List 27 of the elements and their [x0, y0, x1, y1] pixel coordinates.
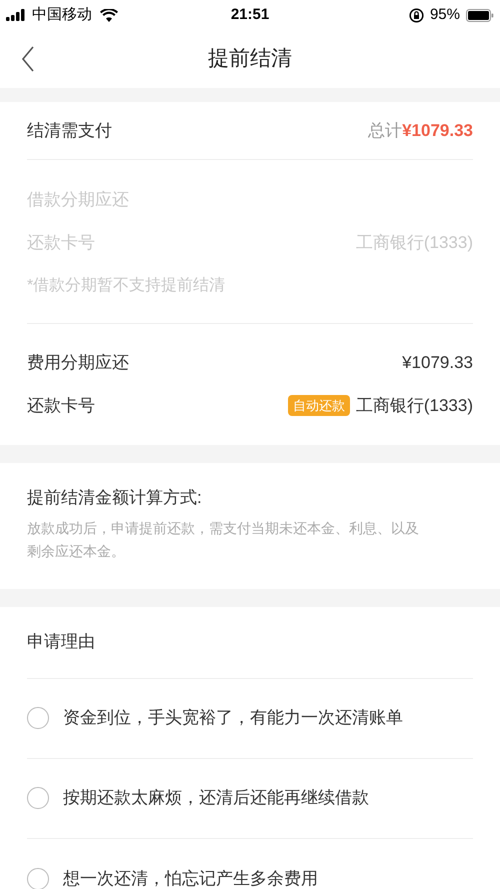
- total-amount: ¥1079.33: [402, 120, 473, 142]
- wifi-icon: [100, 8, 118, 22]
- page-title: 提前结清: [208, 46, 292, 72]
- section-title: 申请理由: [27, 606, 473, 678]
- row-value: ¥1079.33: [402, 352, 473, 374]
- row-label: 费用分期应还: [27, 352, 129, 374]
- description-text: 放款成功后，申请提前还款，需支付当期未还本金、利息、以及剩余应还本金。: [27, 518, 420, 560]
- radio-button[interactable]: [27, 868, 49, 889]
- reason-text: 按期还款太麻烦，还清后还能再继续借款: [63, 787, 369, 810]
- reason-option[interactable]: 资金到位，手头宽裕了，有能力一次还清账单: [27, 678, 473, 758]
- auto-repay-badge: 自动还款: [288, 394, 350, 416]
- row-label: 还款卡号: [27, 394, 95, 417]
- row-label: 结清需支付: [27, 120, 112, 142]
- reason-option[interactable]: 按期还款太麻烦，还清后还能再继续借款: [27, 758, 473, 838]
- battery-percent: 95%: [430, 4, 460, 25]
- total-label: 总计: [368, 120, 402, 142]
- carrier-name: 中国移动: [32, 4, 92, 25]
- reason-option[interactable]: 想一次还清，怕忘记产生多余费用: [27, 838, 473, 889]
- status-time: 21:51: [230, 4, 270, 25]
- section-title: 提前结清金额计算方式:: [27, 487, 203, 509]
- radio-button[interactable]: [27, 787, 49, 809]
- rotation-lock-icon: [408, 8, 424, 22]
- reason-text: 资金到位，手头宽裕了，有能力一次还清账单: [63, 707, 403, 730]
- reason-text: 想一次还清，怕忘记产生多余费用: [63, 868, 318, 889]
- battery-icon: [466, 8, 494, 22]
- row-value: 工商银行(1333): [356, 394, 473, 417]
- radio-button[interactable]: [27, 707, 49, 729]
